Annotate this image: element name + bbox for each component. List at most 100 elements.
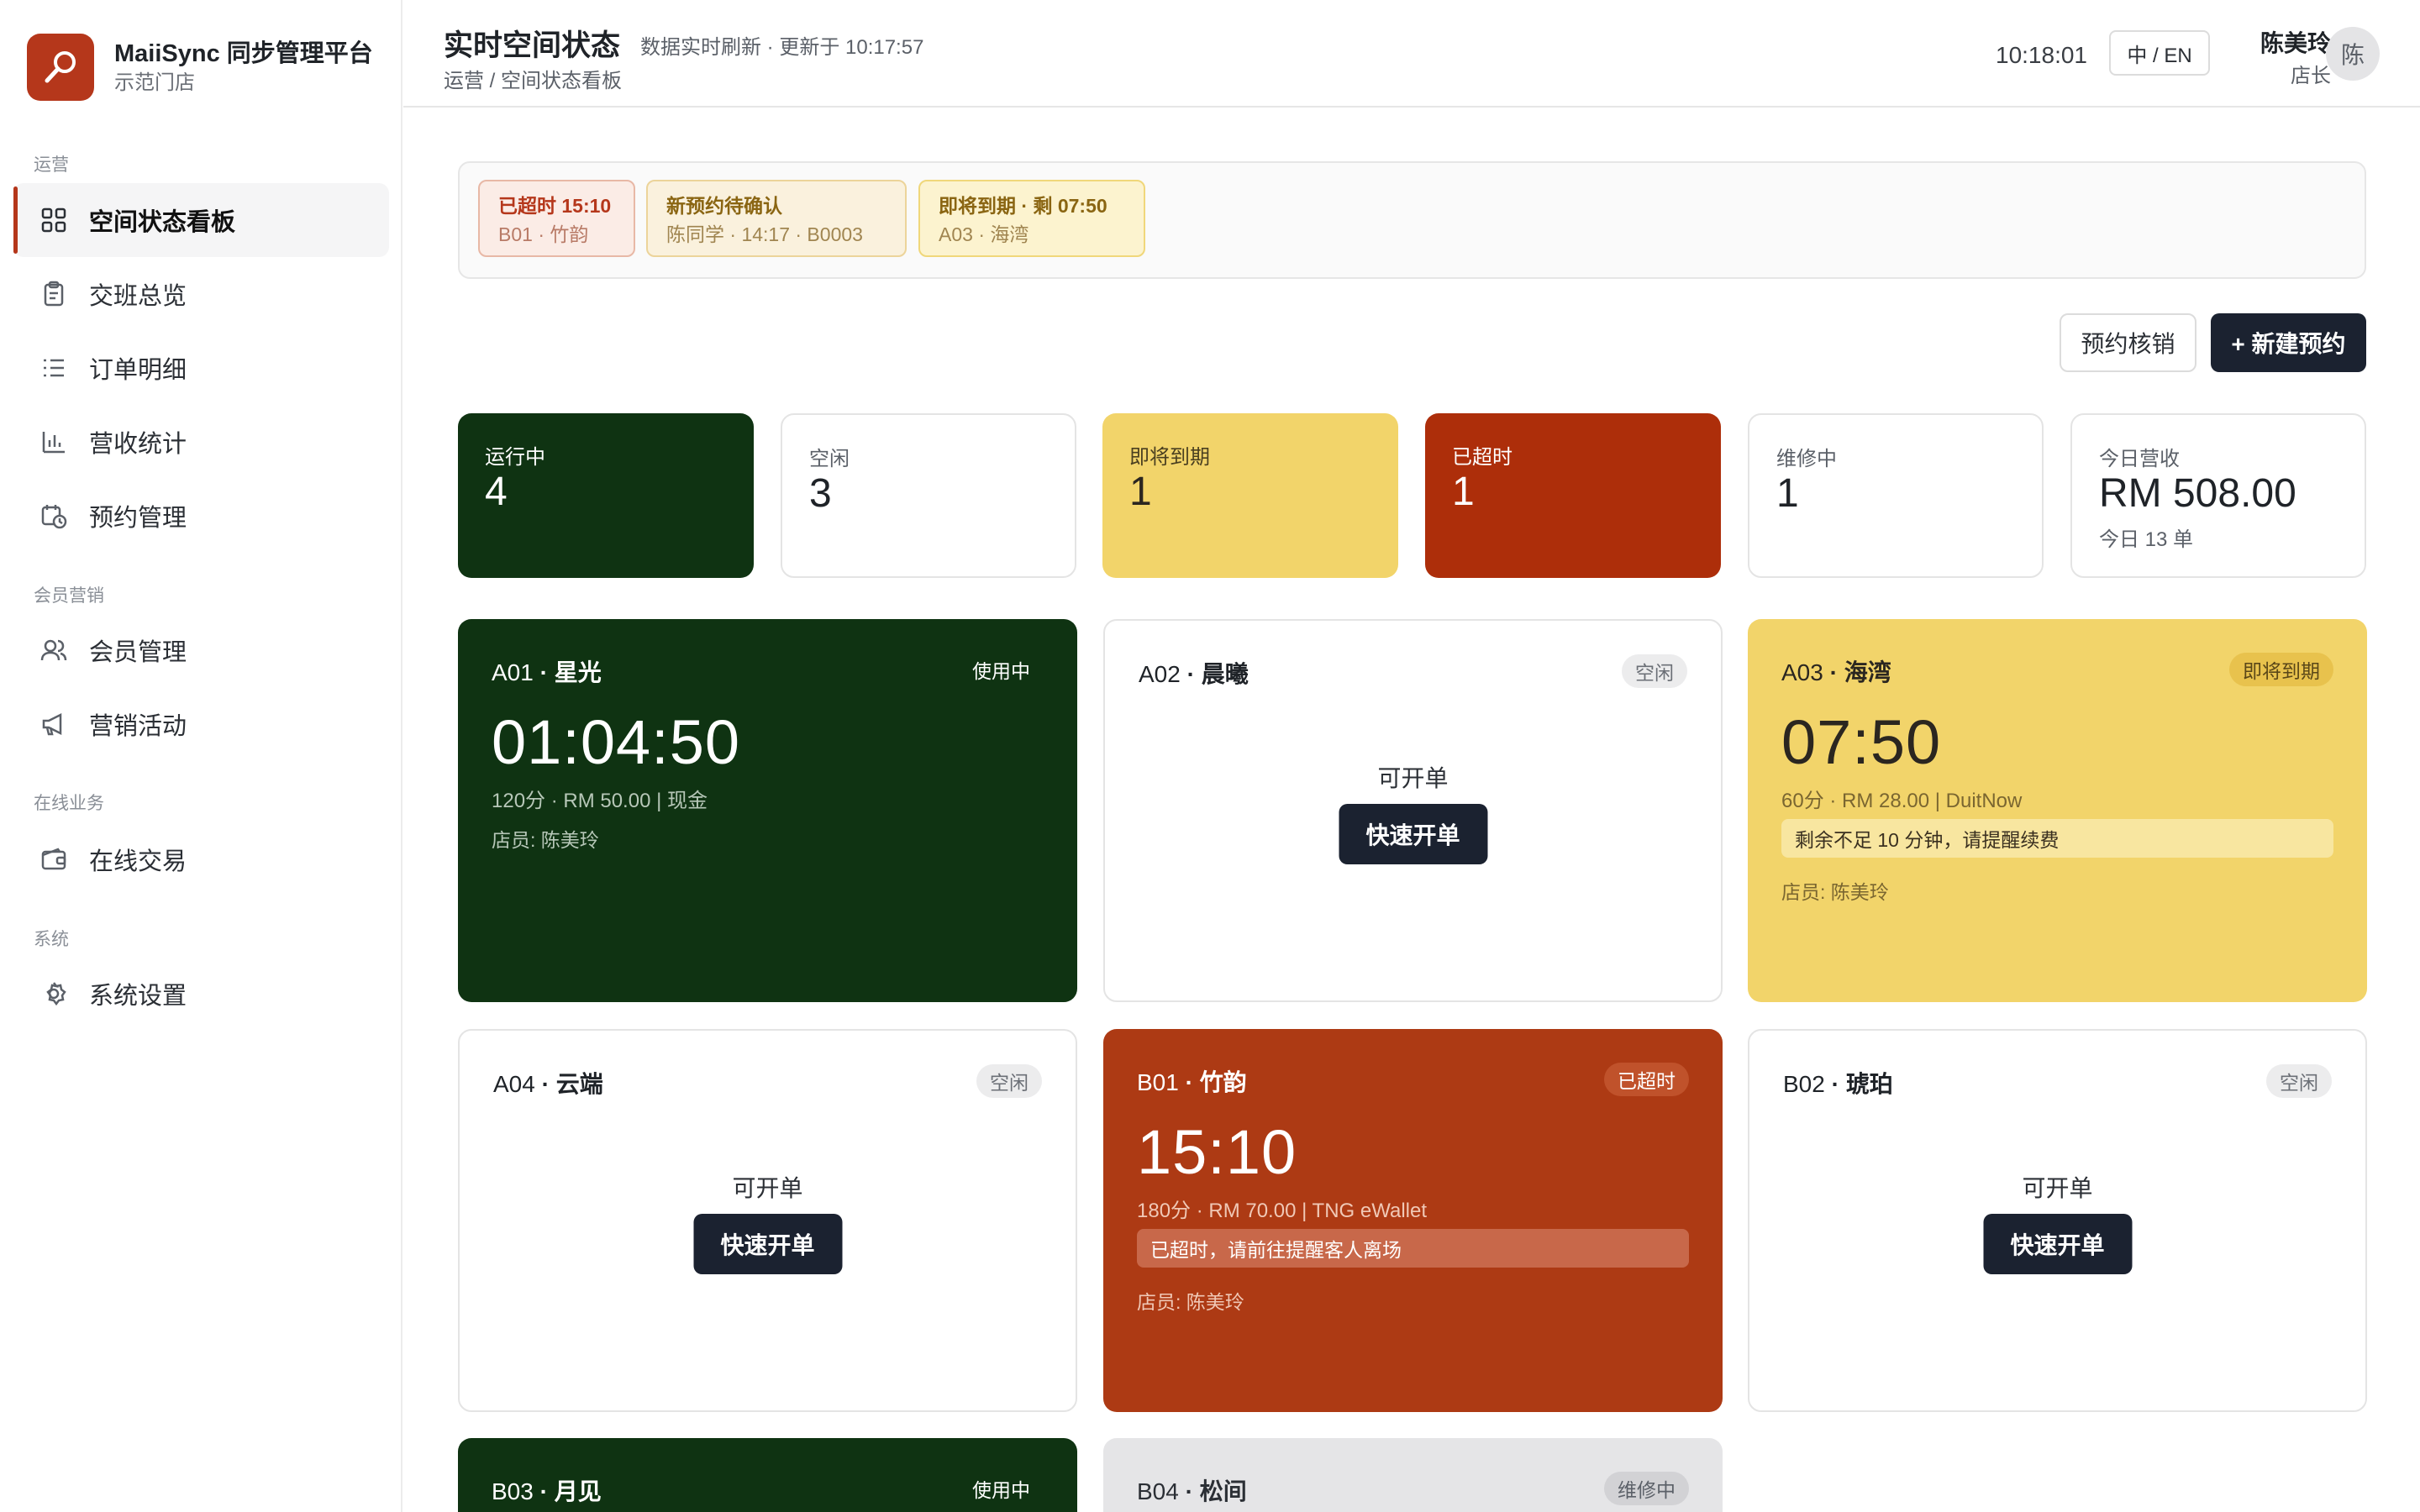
user-role: 店长	[2291, 65, 2331, 87]
grid-icon	[39, 205, 69, 235]
wallet-icon	[39, 844, 69, 874]
brand[interactable]: MaiiSync 同步管理平台 示范门店	[27, 34, 373, 101]
room-available-text: 可开单	[2022, 1175, 2093, 1201]
room-warning: 已超时，请前往提醒客人离场	[1137, 1229, 1689, 1268]
room-clerk: 店员: 陈美玲	[1137, 1291, 1244, 1313]
room-card-b02[interactable]: B02 · 琥珀 空闲 可开单 快速开单	[1748, 1029, 2367, 1412]
stat-label: 运行中	[485, 446, 545, 469]
stat-value: 3	[809, 471, 832, 516]
stat-card-idle[interactable]: 空闲 3	[781, 413, 1076, 578]
room-card-a03[interactable]: A03 · 海湾 即将到期 07:50 60分 · RM 28.00 | Dui…	[1748, 619, 2367, 1002]
top-header: 实时空间状态 数据实时刷新 · 更新于 10:17:57 运营 / 空间状态看板…	[403, 0, 2420, 108]
calendar-clock-icon	[39, 501, 69, 531]
status-badge: 即将到期	[2229, 653, 2333, 686]
status-badge: 维修中	[1604, 1472, 1689, 1505]
nav-group-system: 系统	[34, 930, 69, 949]
room-clerk: 店员: 陈美玲	[492, 829, 599, 851]
stat-card-expiring[interactable]: 即将到期 1	[1102, 413, 1398, 578]
quick-order-button[interactable]: 快速开单	[693, 1214, 842, 1274]
sidebar-item-bookings[interactable]: 预约管理	[13, 479, 389, 553]
stat-label: 今日营收	[2099, 448, 2180, 470]
room-name: A02 · 晨曦	[1139, 661, 1249, 687]
sidebar-item-online-transactions[interactable]: 在线交易	[13, 822, 389, 896]
user-name[interactable]: 陈美玲	[2235, 25, 2331, 59]
stat-sub: 今日 13 单	[2099, 528, 2194, 551]
sidebar-item-label: 会员管理	[89, 639, 187, 666]
room-name: B03 · 月见	[492, 1478, 602, 1504]
sidebar-item-label: 系统设置	[89, 983, 187, 1010]
room-card-b04[interactable]: B04 · 松间 维修中	[1103, 1438, 1723, 1512]
stat-label: 已超时	[1452, 446, 1512, 469]
room-meta: 120分 · RM 50.00 | 现金	[492, 790, 708, 812]
sidebar-item-label: 营收统计	[89, 431, 187, 458]
sidebar-item-label: 在线交易	[89, 848, 187, 875]
bar-chart-icon	[39, 427, 69, 457]
sidebar-item-marketing[interactable]: 营销活动	[13, 687, 389, 761]
sidebar: MaiiSync 同步管理平台 示范门店 运营 空间状态看板 交班总览 订单明细…	[0, 0, 402, 1512]
room-clerk: 店员: 陈美玲	[1781, 881, 1889, 903]
status-badge: 使用中	[972, 1479, 1030, 1501]
room-name: B04 · 松间	[1137, 1478, 1247, 1504]
gear-icon	[39, 979, 69, 1009]
room-timer: 01:04:50	[492, 707, 741, 777]
verify-booking-button[interactable]: 预约核销	[2060, 313, 2196, 372]
room-meta: 180分 · RM 70.00 | TNG eWallet	[1137, 1200, 1428, 1222]
alert-chip-overdue[interactable]: 已超时 15:10 B01 · 竹韵	[478, 180, 635, 257]
sidebar-item-label: 营销活动	[89, 713, 187, 740]
room-card-a04[interactable]: A04 · 云端 空闲 可开单 快速开单	[458, 1029, 1077, 1412]
room-name: B02 · 琥珀	[1783, 1071, 1893, 1097]
sidebar-item-label: 订单明细	[89, 357, 187, 384]
status-badge: 空闲	[1622, 654, 1687, 688]
room-name: A04 · 云端	[493, 1071, 603, 1097]
brand-name: MaiiSync 同步管理平台	[114, 40, 373, 67]
stat-value: 1	[1776, 471, 1799, 516]
stat-card-running[interactable]: 运行中 4	[458, 413, 754, 578]
room-card-a01[interactable]: A01 · 星光 使用中 01:04:50 120分 · RM 50.00 | …	[458, 619, 1077, 1002]
alert-chip-new-booking[interactable]: 新预约待确认 陈同学 · 14:17 · B0003	[646, 180, 907, 257]
stat-label: 维修中	[1776, 448, 1837, 470]
stat-label: 空闲	[809, 448, 850, 470]
nav-group-membership: 会员营销	[34, 586, 104, 606]
room-timer: 15:10	[1137, 1117, 1297, 1187]
clipboard-icon	[39, 279, 69, 309]
room-card-a02[interactable]: A02 · 晨曦 空闲 可开单 快速开单	[1103, 619, 1723, 1002]
sidebar-item-orders[interactable]: 订单明细	[13, 331, 389, 405]
language-toggle-button[interactable]: 中 / EN	[2109, 30, 2210, 76]
quick-order-button[interactable]: 快速开单	[1339, 804, 1487, 864]
alert-bar: 已超时 15:10 B01 · 竹韵 新预约待确认 陈同学 · 14:17 · …	[458, 161, 2366, 279]
brand-logo-icon	[27, 34, 94, 101]
stat-value: 1	[1129, 470, 1152, 514]
sidebar-item-settings[interactable]: 系统设置	[13, 957, 389, 1031]
sidebar-item-space-board[interactable]: 空间状态看板	[13, 183, 389, 257]
stat-card-overdue[interactable]: 已超时 1	[1425, 413, 1721, 578]
stat-card-today-revenue[interactable]: 今日营收 RM 508.00 今日 13 单	[2070, 413, 2366, 578]
room-available-text: 可开单	[1377, 765, 1449, 791]
alert-title: 已超时 15:10	[498, 195, 612, 217]
stat-card-maintenance[interactable]: 维修中 1	[1748, 413, 2044, 578]
alert-subtitle: A03 · 海湾	[939, 223, 1029, 245]
sidebar-item-label: 空间状态看板	[89, 209, 236, 236]
alert-chip-expiring[interactable]: 即将到期 · 剩 07:50 A03 · 海湾	[918, 180, 1145, 257]
room-warning: 剩余不足 10 分钟，请提醒续费	[1781, 819, 2333, 858]
stat-value: 4	[485, 470, 508, 514]
room-card-b03[interactable]: B03 · 月见 使用中	[458, 1438, 1077, 1512]
room-card-b01[interactable]: B01 · 竹韵 已超时 15:10 180分 · RM 70.00 | TNG…	[1103, 1029, 1723, 1412]
sidebar-item-revenue[interactable]: 营收统计	[13, 405, 389, 479]
stat-label: 即将到期	[1129, 446, 1210, 469]
refresh-status: 数据实时刷新 · 更新于 10:17:57	[640, 36, 924, 59]
avatar[interactable]: 陈	[2326, 27, 2380, 81]
alert-title: 即将到期 · 剩 07:50	[939, 195, 1107, 217]
nav-group-operations: 运营	[34, 155, 69, 175]
sidebar-item-members[interactable]: 会员管理	[13, 613, 389, 687]
list-icon	[39, 353, 69, 383]
megaphone-icon	[39, 709, 69, 739]
status-badge: 空闲	[2266, 1064, 2332, 1098]
new-booking-button[interactable]: + 新建预约	[2211, 313, 2366, 372]
status-badge: 已超时	[1604, 1063, 1689, 1096]
room-name: A03 · 海湾	[1781, 659, 1891, 685]
users-icon	[39, 635, 69, 665]
sidebar-item-shift-overview[interactable]: 交班总览	[13, 257, 389, 331]
breadcrumb[interactable]: 运营 / 空间状态看板	[444, 64, 622, 93]
alert-title: 新预约待确认	[666, 195, 782, 217]
quick-order-button[interactable]: 快速开单	[1983, 1214, 2132, 1274]
